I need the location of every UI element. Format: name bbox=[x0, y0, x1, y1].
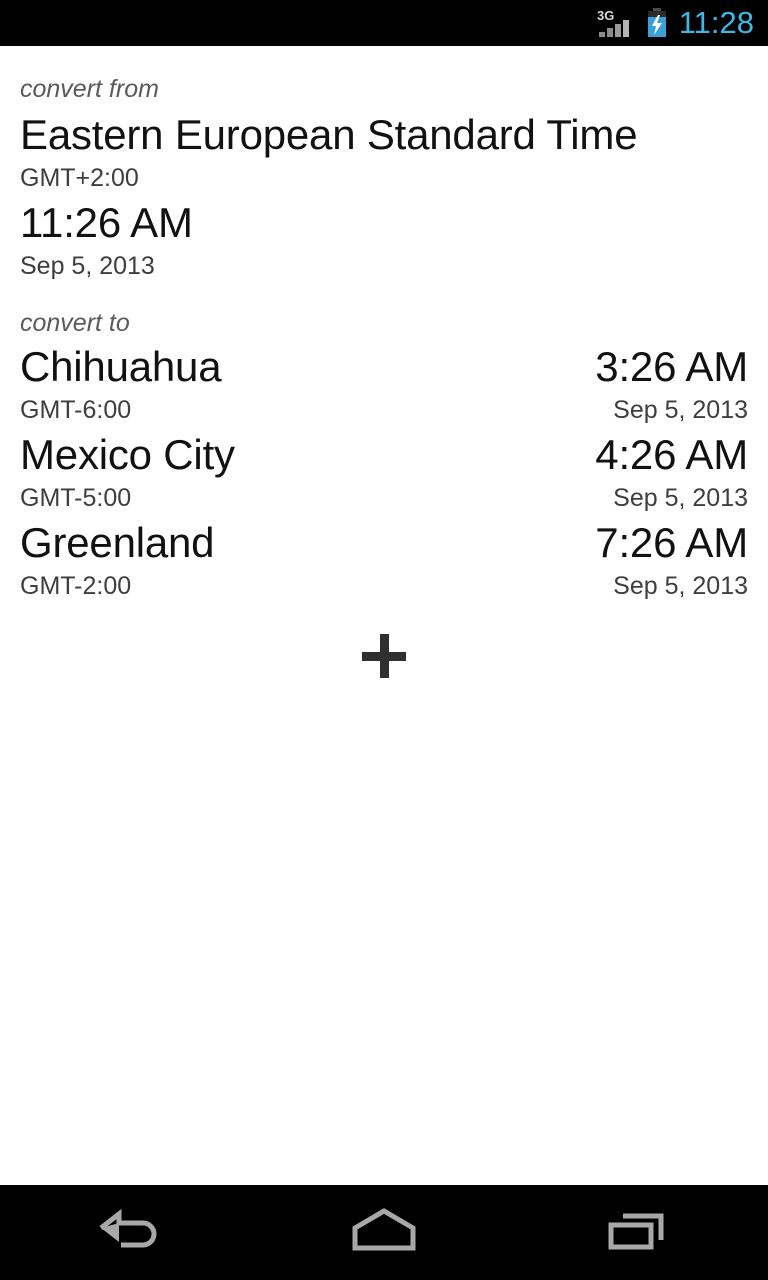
convert-from-label: convert from bbox=[20, 75, 159, 103]
status-bar-icons: 3G 11:28 bbox=[597, 7, 760, 39]
convert-from-section: convert from Eastern European Standard T… bbox=[20, 46, 748, 282]
home-icon bbox=[347, 1202, 421, 1263]
city-name: Mexico City bbox=[20, 431, 235, 478]
status-bar: 3G 11:28 bbox=[0, 0, 768, 46]
city-time: 7:26 AM bbox=[595, 519, 748, 566]
list-item[interactable]: Greenland 7:26 AM GMT-2:00 Sep 5, 2013 bbox=[20, 514, 748, 602]
convert-to-label: convert to bbox=[20, 309, 130, 337]
android-navigation-bar bbox=[0, 1185, 768, 1280]
source-timezone-name[interactable]: Eastern European Standard Time bbox=[20, 104, 748, 160]
signal-bars-icon: 3G bbox=[597, 7, 637, 39]
city-secondary-line: GMT-5:00 Sep 5, 2013 bbox=[20, 480, 748, 514]
source-gmt-offset: GMT+2:00 bbox=[20, 164, 139, 192]
svg-text:3G: 3G bbox=[597, 8, 614, 23]
city-gmt-offset: GMT-5:00 bbox=[20, 484, 132, 512]
city-primary-line: Chihuahua 3:26 AM bbox=[20, 342, 748, 392]
recent-apps-button[interactable] bbox=[560, 1185, 720, 1280]
back-arrow-icon bbox=[91, 1202, 165, 1263]
city-gmt-offset: GMT-2:00 bbox=[20, 572, 132, 600]
city-date: Sep 5, 2013 bbox=[613, 484, 748, 512]
city-gmt-offset: GMT-6:00 bbox=[20, 396, 132, 424]
back-button[interactable] bbox=[48, 1185, 208, 1280]
city-name: Greenland bbox=[20, 519, 215, 566]
home-button[interactable] bbox=[304, 1185, 464, 1280]
status-bar-clock: 11:28 bbox=[678, 5, 754, 40]
list-item[interactable]: Chihuahua 3:26 AM GMT-6:00 Sep 5, 2013 bbox=[20, 338, 748, 426]
city-date: Sep 5, 2013 bbox=[613, 396, 748, 424]
add-timezone-row bbox=[20, 602, 748, 686]
recent-apps-icon bbox=[603, 1202, 677, 1263]
main-content: convert from Eastern European Standard T… bbox=[0, 46, 768, 1185]
battery-charging-icon bbox=[644, 7, 670, 39]
source-date[interactable]: Sep 5, 2013 bbox=[20, 248, 748, 282]
list-item[interactable]: Mexico City 4:26 AM GMT-5:00 Sep 5, 2013 bbox=[20, 426, 748, 514]
city-primary-line: Greenland 7:26 AM bbox=[20, 518, 748, 568]
convert-to-section: convert to Chihuahua 3:26 AM GMT-6:00 Se… bbox=[20, 282, 748, 602]
city-secondary-line: GMT-2:00 Sep 5, 2013 bbox=[20, 568, 748, 602]
city-time: 4:26 AM bbox=[595, 431, 748, 478]
city-primary-line: Mexico City 4:26 AM bbox=[20, 430, 748, 480]
source-time[interactable]: 11:26 AM bbox=[20, 194, 748, 248]
city-secondary-line: GMT-6:00 Sep 5, 2013 bbox=[20, 392, 748, 426]
city-date: Sep 5, 2013 bbox=[613, 572, 748, 600]
plus-icon[interactable] bbox=[354, 626, 414, 686]
city-name: Chihuahua bbox=[20, 343, 222, 390]
city-time: 3:26 AM bbox=[595, 343, 748, 390]
